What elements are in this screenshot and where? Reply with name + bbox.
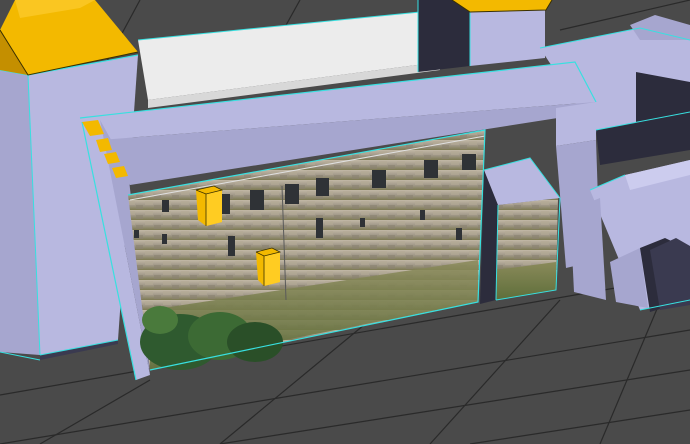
right-annex-block[interactable] — [556, 102, 690, 312]
yellow-window-box-upper[interactable] — [195, 185, 224, 226]
tower-right-yellow-roof[interactable] — [451, 0, 553, 13]
annex-textured-side[interactable] — [480, 157, 561, 304]
3d-viewport[interactable] — [0, 0, 690, 444]
scene-canvas[interactable] — [0, 0, 690, 444]
yellow-window-box-lower[interactable] — [255, 247, 282, 286]
